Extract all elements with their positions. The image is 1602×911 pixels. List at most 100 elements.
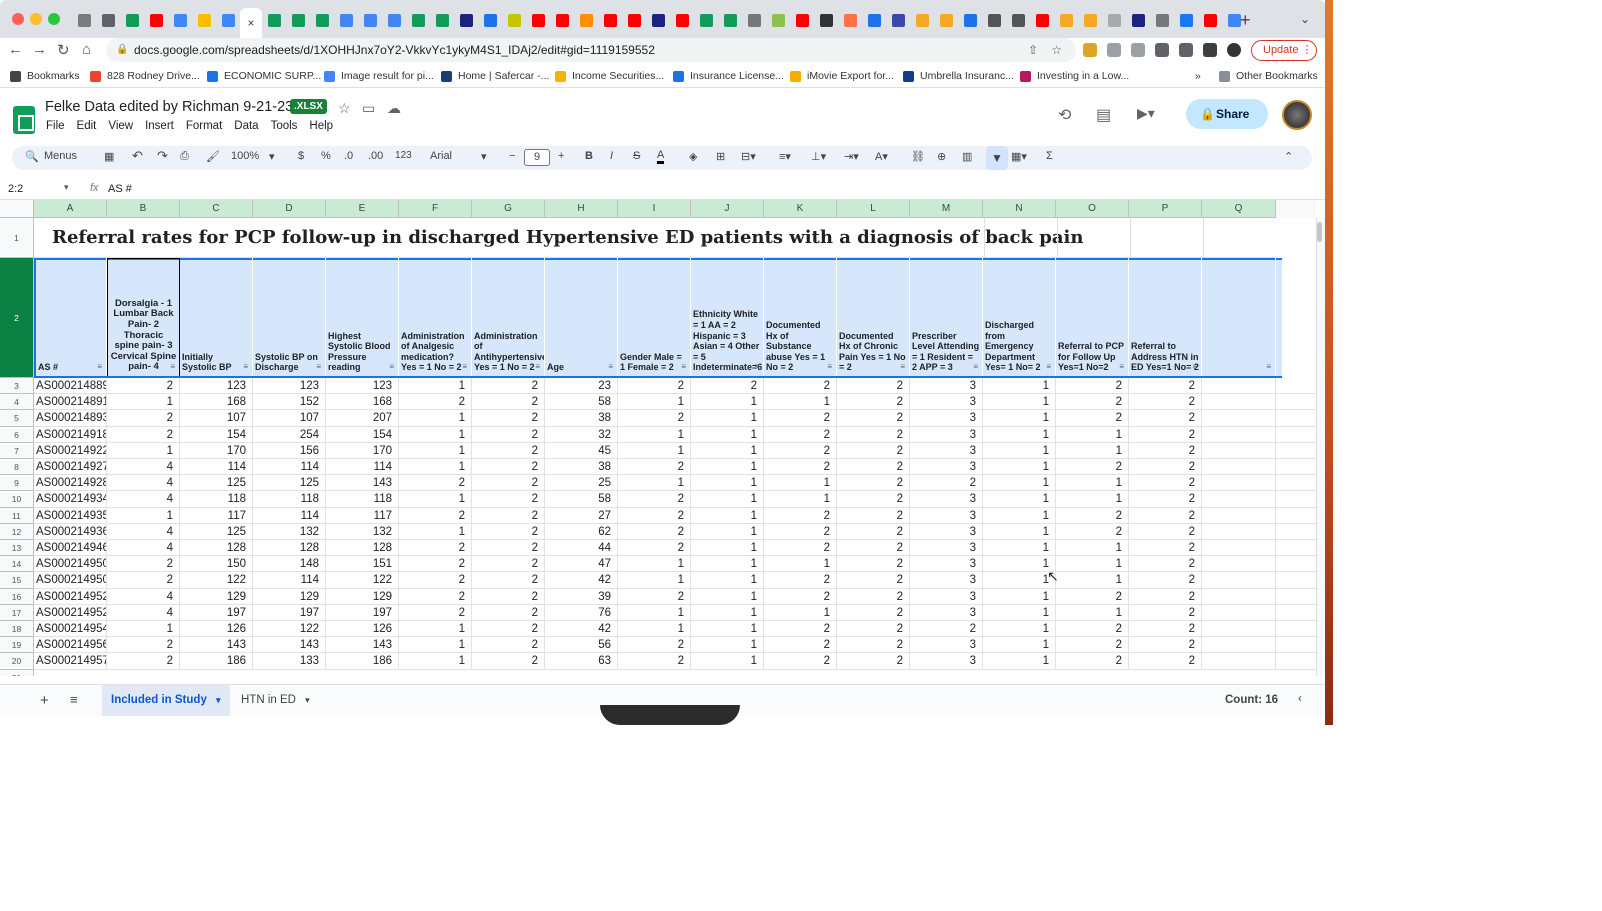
empty-cell[interactable]	[1202, 426, 1276, 443]
bold-button[interactable]: B	[585, 150, 593, 162]
table-cell[interactable]: 2	[1129, 507, 1202, 524]
table-cell[interactable]: 1	[691, 394, 764, 411]
empty-cell[interactable]	[1202, 653, 1276, 670]
empty-cell[interactable]	[1202, 637, 1276, 654]
table-cell[interactable]: 1	[983, 378, 1056, 394]
browser-tab[interactable]	[192, 8, 216, 32]
text-color-button[interactable]: A	[657, 149, 665, 164]
table-cell[interactable]: 3	[910, 378, 983, 394]
profile-icon[interactable]	[1227, 43, 1241, 57]
bookmark-item[interactable]: iMovie Export for...	[790, 70, 894, 82]
sheet-tab-included-in-study[interactable]: Included in Study ▾	[102, 685, 230, 716]
active-tab-close-button[interactable]: ×	[240, 8, 262, 38]
avatar[interactable]	[1282, 100, 1312, 130]
table-cell[interactable]: 2	[618, 540, 691, 556]
table-cell[interactable]: 2	[1129, 540, 1202, 556]
browser-tab[interactable]	[838, 8, 862, 32]
row-header-20[interactable]: 20	[0, 653, 34, 670]
table-cell[interactable]: 1	[691, 475, 764, 492]
select-all-corner[interactable]	[0, 200, 34, 218]
column-header-g[interactable]: G	[472, 200, 545, 218]
sheet-tab-htn-in-ed[interactable]: HTN in ED ▾	[232, 685, 319, 716]
table-cell[interactable]: 2	[837, 653, 910, 670]
table-cell[interactable]: 2	[472, 621, 545, 637]
table-cell[interactable]: 128	[180, 540, 253, 556]
menu-view[interactable]: View	[108, 120, 133, 132]
search-icon[interactable]: 🔍	[25, 150, 39, 163]
table-cell[interactable]: 23	[545, 378, 618, 394]
table-cell[interactable]: 2	[618, 491, 691, 508]
sheets-logo-icon[interactable]	[13, 106, 35, 134]
table-cell[interactable]: 1	[1056, 556, 1129, 573]
table-cell[interactable]: 2	[618, 523, 691, 540]
all-sheets-button[interactable]: ≡	[70, 692, 78, 707]
name-box[interactable]: 2:2	[8, 183, 23, 195]
table-cell[interactable]: 2	[1129, 491, 1202, 508]
table-cell[interactable]: 2	[764, 621, 837, 637]
table-cell[interactable]: 2	[618, 588, 691, 605]
browser-tab[interactable]	[766, 8, 790, 32]
column-header-k[interactable]: K	[764, 200, 837, 218]
browser-tab[interactable]	[1150, 8, 1174, 32]
table-cell[interactable]: 3	[910, 556, 983, 573]
browser-tab[interactable]	[790, 8, 814, 32]
table-cell[interactable]: 2	[472, 410, 545, 427]
browser-tab[interactable]	[478, 8, 502, 32]
table-cell[interactable]: 2	[472, 459, 545, 475]
empty-cell[interactable]	[1202, 540, 1276, 556]
table-cell[interactable]: 56	[545, 637, 618, 654]
column-header-m[interactable]: M	[910, 200, 983, 218]
table-cell[interactable]: 125	[180, 523, 253, 540]
collapse-toolbar-icon[interactable]: ⌃	[1284, 150, 1293, 163]
decrease-decimal-button[interactable]: .0	[344, 150, 353, 162]
table-cell[interactable]: 1	[983, 621, 1056, 637]
table-cell[interactable]: 143	[253, 637, 326, 654]
puzzle-icon[interactable]	[1179, 43, 1193, 57]
table-cell[interactable]: 1	[618, 394, 691, 411]
table-cell[interactable]: 170	[180, 442, 253, 459]
browser-tab[interactable]	[96, 8, 120, 32]
table-cell[interactable]: 148	[253, 556, 326, 573]
row-header-21[interactable]: 21	[0, 669, 34, 676]
address-bar[interactable]: 🔒 docs.google.com/spreadsheets/d/1XOHHJn…	[106, 38, 1076, 62]
table-cell[interactable]: 2	[399, 604, 472, 621]
table-cell[interactable]: 1	[618, 556, 691, 573]
microphone-icon[interactable]	[1107, 43, 1121, 57]
header-cell[interactable]: Documented Hx of Chronic Pain Yes = 1 No…	[837, 258, 910, 376]
table-cell[interactable]: 2	[837, 556, 910, 573]
browser-tab[interactable]	[934, 8, 958, 32]
header-cell[interactable]: Gender Male = 1 Female = 2 ≡	[618, 258, 691, 376]
header-cell[interactable]: Age ≡	[545, 258, 618, 376]
text-wrap-icon[interactable]: ⇥▾	[844, 150, 859, 163]
browser-tab[interactable]	[526, 8, 550, 32]
table-cell[interactable]: AS000214936	[34, 523, 107, 540]
table-cell[interactable]: 2	[472, 572, 545, 589]
insert-chart-icon[interactable]: ▥	[962, 150, 972, 163]
table-cell[interactable]: 42	[545, 572, 618, 589]
share-button[interactable]: 🔒 Share	[1186, 99, 1268, 129]
table-cell[interactable]: 38	[545, 410, 618, 427]
row-header-10[interactable]: 10	[0, 491, 34, 508]
table-cell[interactable]: 2	[399, 507, 472, 524]
table-cell[interactable]: 1	[983, 588, 1056, 605]
table-cell[interactable]: 3	[910, 394, 983, 411]
table-cell[interactable]: 2	[837, 491, 910, 508]
table-cell[interactable]: 2	[910, 475, 983, 492]
forward-icon[interactable]: →	[32, 41, 47, 58]
table-cell[interactable]: 1	[618, 572, 691, 589]
table-cell[interactable]: AS000214952	[34, 588, 107, 605]
row-header-14[interactable]: 14	[0, 556, 34, 573]
browser-tab[interactable]	[982, 8, 1006, 32]
percent-button[interactable]: %	[321, 150, 331, 162]
table-cell[interactable]: 1	[691, 653, 764, 670]
table-cell[interactable]: 2	[472, 588, 545, 605]
table-cell[interactable]: 129	[180, 588, 253, 605]
table-cell[interactable]: 133	[253, 653, 326, 670]
table-cell[interactable]: 1	[691, 426, 764, 443]
filter-icon[interactable]: ≡	[973, 362, 978, 373]
browser-tab[interactable]	[1006, 8, 1030, 32]
table-cell[interactable]: 2	[1129, 459, 1202, 475]
table-cell[interactable]: 2	[107, 378, 180, 394]
table-cell[interactable]: 2	[618, 410, 691, 427]
empty-cell[interactable]	[1202, 556, 1276, 573]
